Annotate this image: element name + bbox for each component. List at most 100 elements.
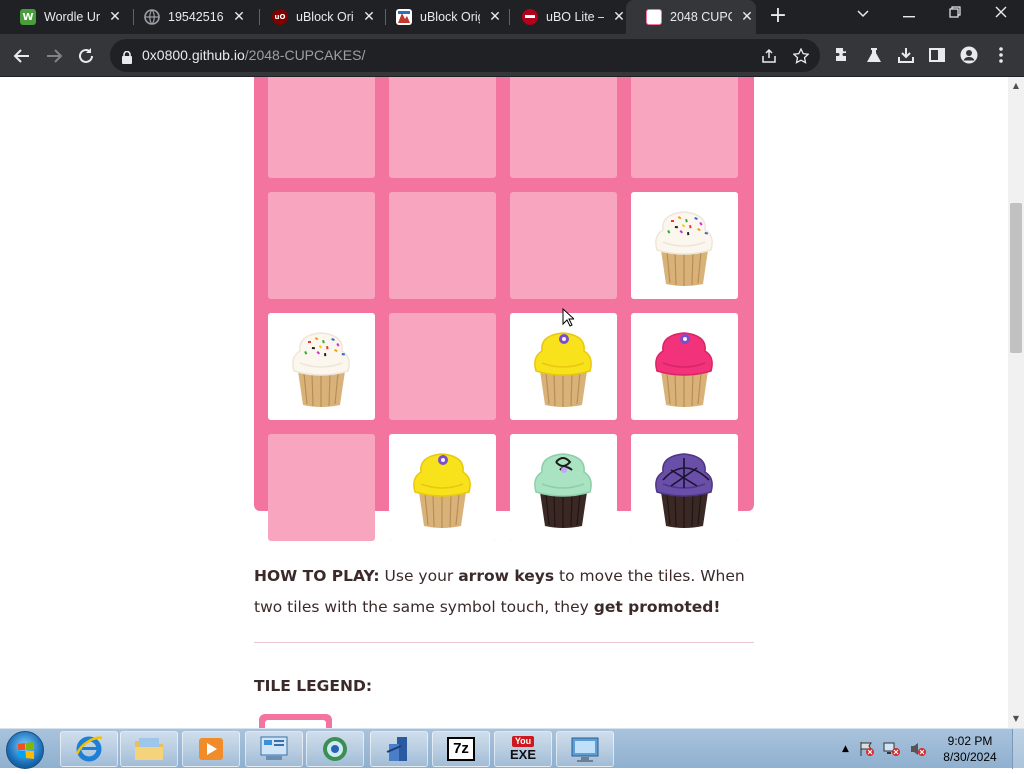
profile-icon[interactable] bbox=[958, 44, 980, 66]
scrollbar-thumb[interactable] bbox=[1010, 203, 1022, 353]
bookmark-star-icon[interactable] bbox=[790, 45, 812, 67]
taskbar-file-explorer[interactable] bbox=[120, 731, 178, 767]
taskbar-browser[interactable] bbox=[306, 731, 364, 767]
ublock-icon: uO bbox=[272, 9, 288, 25]
tab-strip: W Wordle Unlimited ✕ 1954251632 ✕ uO uBl… bbox=[0, 0, 1024, 34]
share-icon[interactable] bbox=[758, 45, 780, 67]
board-cell bbox=[389, 77, 496, 178]
url-path: /2048-CUPCAKES/ bbox=[244, 47, 366, 63]
side-panel-icon[interactable] bbox=[926, 44, 948, 66]
cupcake-pink-icon bbox=[655, 332, 713, 407]
scroll-up-arrow-icon[interactable]: ▲ bbox=[1011, 81, 1021, 91]
menu-kebab-icon[interactable] bbox=[990, 44, 1012, 66]
cupcake-white-sprinkles-icon bbox=[292, 332, 350, 407]
cupcake-yellow-icon bbox=[534, 332, 592, 407]
show-hidden-icons-icon[interactable]: ▲ bbox=[842, 744, 849, 754]
globe-icon bbox=[144, 9, 160, 25]
taskbar-remote-desktop[interactable] bbox=[556, 731, 614, 767]
board-cell bbox=[631, 77, 738, 178]
tab-title: uBlock Origin bbox=[296, 10, 354, 24]
tab-ublock-origin[interactable]: uO uBlock Origin ✕ bbox=[252, 0, 386, 34]
board-cell bbox=[268, 434, 375, 541]
clock-date: 8/30/2024 bbox=[943, 750, 997, 764]
start-button[interactable] bbox=[6, 731, 44, 769]
tab-title: 1954251632 bbox=[168, 10, 224, 24]
show-desktop-button[interactable] bbox=[1012, 729, 1024, 769]
windows-taskbar: 7z You EXE ▲ 9:02 PM 8/30/2024 bbox=[0, 728, 1024, 769]
taskbar-youtube-exe[interactable]: You EXE bbox=[494, 731, 552, 767]
tab-title: uBO Lite — bbox=[546, 10, 604, 24]
cupcake-tile-sprinkles bbox=[268, 313, 375, 420]
close-icon[interactable]: ✕ bbox=[230, 8, 248, 26]
close-icon[interactable]: ✕ bbox=[738, 8, 756, 26]
network-icon bbox=[386, 737, 407, 761]
cupcake-tile-purple bbox=[631, 434, 738, 541]
back-button[interactable] bbox=[8, 42, 36, 70]
cupcake-mint-chocolate-icon bbox=[534, 453, 592, 528]
legend-tile bbox=[259, 714, 332, 728]
internet-explorer-icon bbox=[75, 736, 103, 762]
ubo-lite-icon bbox=[522, 9, 538, 25]
address-bar[interactable]: 0x0800.github.io/2048-CUPCAKES/ bbox=[110, 39, 820, 72]
tab-search-button[interactable] bbox=[840, 0, 886, 30]
taskbar-media-player[interactable] bbox=[182, 731, 240, 767]
clock-time: 9:02 PM bbox=[947, 734, 993, 748]
windows-logo-icon bbox=[18, 742, 34, 759]
minimize-button[interactable] bbox=[886, 0, 932, 30]
folder-icon bbox=[135, 738, 163, 760]
volume-muted-icon[interactable] bbox=[909, 741, 927, 757]
how-to-play-part1: Use your bbox=[379, 567, 459, 585]
game-board[interactable] bbox=[254, 77, 754, 541]
browser-toolbar: 0x0800.github.io/2048-CUPCAKES/ bbox=[0, 34, 1024, 77]
restore-button[interactable] bbox=[932, 0, 978, 30]
arrow-keys-text: arrow keys bbox=[458, 567, 555, 585]
close-icon[interactable]: ✕ bbox=[106, 8, 124, 26]
exe-label: EXE bbox=[509, 747, 536, 762]
board-cell bbox=[510, 192, 617, 299]
youtube-icon: You bbox=[511, 736, 535, 747]
cupcake-yellow-icon bbox=[413, 453, 471, 528]
tile-legend-title: TILE LEGEND: bbox=[254, 677, 373, 695]
board-cell bbox=[268, 77, 375, 178]
cupcake-white-sprinkles-icon bbox=[655, 211, 713, 286]
forward-button[interactable] bbox=[40, 42, 68, 70]
system-clock[interactable]: 9:02 PM 8/30/2024 bbox=[930, 733, 1010, 765]
tab-title: Wordle Unlimited bbox=[44, 10, 100, 24]
action-center-flag-icon[interactable] bbox=[859, 741, 875, 757]
tab-ublock-origin-2[interactable]: uBlock Origin ✕ bbox=[376, 0, 510, 34]
taskbar-network[interactable] bbox=[370, 731, 428, 767]
download-icon[interactable] bbox=[895, 44, 917, 66]
media-player-icon bbox=[199, 738, 223, 760]
legend-tile-inner bbox=[265, 720, 326, 728]
tab-title: uBlock Origin bbox=[420, 10, 480, 24]
tab-ubo-lite[interactable]: uBO Lite — ✕ bbox=[502, 0, 632, 34]
flask-icon[interactable] bbox=[863, 44, 885, 66]
section-divider bbox=[254, 642, 754, 643]
reload-button[interactable] bbox=[72, 42, 100, 70]
cupcake-tile-pink bbox=[631, 313, 738, 420]
system-tray: ▲ bbox=[842, 729, 927, 769]
new-tab-button[interactable]: + bbox=[766, 5, 790, 29]
board-cell bbox=[389, 192, 496, 299]
control-panel-icon bbox=[260, 736, 288, 760]
cupcake-tile-mint bbox=[510, 434, 617, 541]
tab-wordle[interactable]: W Wordle Unlimited ✕ bbox=[0, 0, 134, 34]
network-status-icon[interactable] bbox=[883, 741, 901, 757]
extensions-icon[interactable] bbox=[831, 44, 853, 66]
remote-desktop-icon bbox=[571, 737, 599, 762]
page-viewport: HOW TO PLAY: Use your arrow keys to move… bbox=[0, 77, 1008, 728]
lock-icon bbox=[122, 49, 132, 68]
board-cell bbox=[268, 192, 375, 299]
vertical-scrollbar[interactable]: ▲ ▼ bbox=[1008, 77, 1024, 728]
close-window-button[interactable] bbox=[978, 0, 1024, 30]
tab-number[interactable]: 1954251632 ✕ bbox=[126, 0, 260, 34]
taskbar-control-panel[interactable] bbox=[245, 731, 303, 767]
board-cell bbox=[389, 313, 496, 420]
board-cell bbox=[510, 77, 617, 178]
scroll-down-arrow-icon[interactable]: ▼ bbox=[1011, 714, 1021, 724]
cupcake-purple-chocolate-icon bbox=[655, 453, 713, 528]
taskbar-7zip[interactable]: 7z bbox=[432, 731, 490, 767]
tab-2048-cupcakes[interactable]: 2048 CUPCAKES ✕ bbox=[626, 0, 756, 34]
taskbar-internet-explorer[interactable] bbox=[60, 731, 118, 767]
cupcake-tile-yellow bbox=[510, 313, 617, 420]
